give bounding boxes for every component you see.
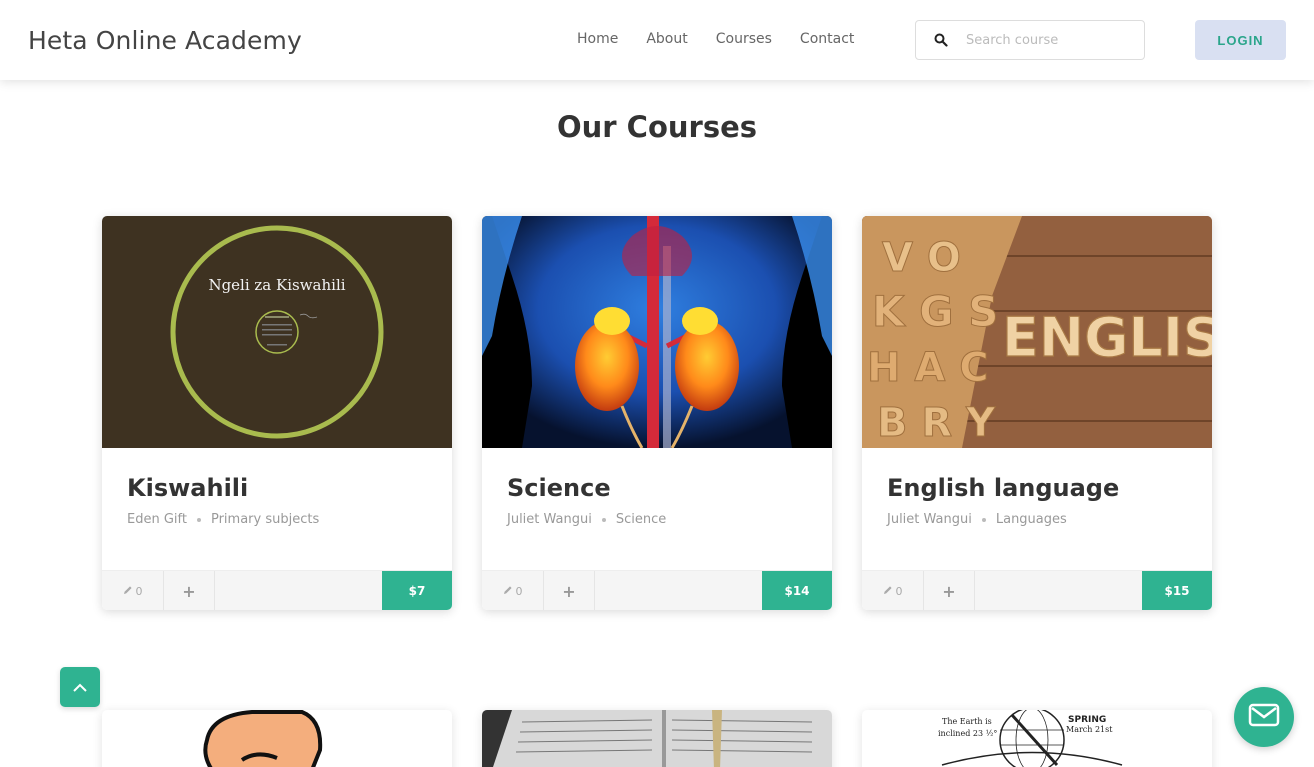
price-badge[interactable]: $14	[762, 571, 832, 610]
add-button[interactable]: +	[924, 571, 975, 610]
meta-separator	[601, 517, 606, 522]
nav-about[interactable]: About	[646, 31, 687, 47]
site-header: Heta Online Academy Home About Courses C…	[0, 0, 1314, 80]
chevron-up-icon	[72, 678, 88, 697]
book-illustration	[482, 710, 832, 767]
course-body: Kiswahili Eden Gift Primary subjects	[102, 448, 452, 570]
meta-separator	[981, 517, 986, 522]
svg-text:V O: V O	[882, 235, 961, 281]
course-footer: 0 + $7	[102, 570, 452, 610]
pencil-icon	[503, 585, 513, 598]
course-card-partial-2[interactable]	[482, 710, 832, 767]
course-title[interactable]: Science	[507, 474, 807, 502]
edit-count[interactable]: 0	[102, 571, 164, 610]
kiswahili-image-text: Ngeli za Kiswahili	[208, 276, 345, 294]
price-badge[interactable]: $15	[1142, 571, 1212, 610]
course-author: Eden Gift	[127, 512, 187, 527]
nav-contact[interactable]: Contact	[800, 31, 854, 47]
course-title[interactable]: Kiswahili	[127, 474, 427, 502]
nav-home[interactable]: Home	[577, 31, 618, 47]
site-brand[interactable]: Heta Online Academy	[28, 26, 302, 55]
pencil-icon	[123, 585, 133, 598]
contact-mail-button[interactable]	[1234, 687, 1294, 747]
price-badge[interactable]: $7	[382, 571, 452, 610]
login-button[interactable]: LOGIN	[1195, 20, 1286, 60]
course-category: Languages	[995, 512, 1067, 527]
course-footer: 0 + $15	[862, 570, 1212, 610]
course-body: English language Juliet Wangui Languages	[862, 448, 1212, 570]
edit-count[interactable]: 0	[862, 571, 924, 610]
edit-count-value: 0	[135, 584, 143, 598]
plus-icon: +	[942, 581, 956, 601]
search-input[interactable]	[966, 32, 1136, 48]
search-icon[interactable]	[916, 33, 966, 47]
globe-date: March 21st	[1066, 725, 1113, 734]
globe-illustration: The Earth is inclined 23 ½° SPRING March…	[938, 710, 1123, 767]
course-image[interactable]: V O K G S H A C B R Y ENGLISH	[862, 216, 1212, 448]
course-body: Science Juliet Wangui Science	[482, 448, 832, 570]
course-meta: Juliet Wangui Languages	[887, 512, 1187, 527]
course-author: Juliet Wangui	[887, 512, 972, 527]
course-image[interactable]	[482, 216, 832, 448]
plus-icon: +	[562, 581, 576, 601]
svg-text:H A C: H A C	[867, 345, 989, 391]
english-image-text: ENGLISH	[1002, 306, 1212, 369]
nav-courses[interactable]: Courses	[716, 31, 772, 47]
meta-separator	[196, 517, 201, 522]
globe-text-2: inclined 23 ½°	[938, 729, 997, 738]
course-image[interactable]: Ngeli za Kiswahili	[102, 216, 452, 448]
course-category: Science	[615, 512, 667, 527]
svg-text:K G S: K G S	[872, 287, 999, 336]
add-button[interactable]: +	[544, 571, 595, 610]
course-meta: Juliet Wangui Science	[507, 512, 807, 527]
course-card-partial-3[interactable]: The Earth is inclined 23 ½° SPRING March…	[862, 710, 1212, 767]
search-box	[915, 20, 1145, 60]
edit-count-value: 0	[895, 584, 903, 598]
globe-text-1: The Earth is	[942, 717, 992, 726]
course-title[interactable]: English language	[887, 474, 1187, 502]
course-author: Juliet Wangui	[507, 512, 592, 527]
scroll-top-button[interactable]	[60, 667, 100, 707]
page-title: Our Courses	[556, 110, 758, 144]
main-nav: Home About Courses Contact	[577, 31, 854, 47]
fist-illustration	[203, 710, 323, 767]
course-category: Primary subjects	[210, 512, 320, 527]
add-button[interactable]: +	[164, 571, 215, 610]
pencil-icon	[883, 585, 893, 598]
edit-count[interactable]: 0	[482, 571, 544, 610]
mail-icon	[1248, 703, 1280, 731]
course-card-kiswahili[interactable]: Ngeli za Kiswahili Kiswahili Eden Gift P…	[102, 216, 452, 610]
plus-icon: +	[182, 581, 196, 601]
globe-spring: SPRING	[1068, 715, 1106, 725]
course-card-science[interactable]: Science Juliet Wangui Science 0 + $14	[482, 216, 832, 610]
edit-count-value: 0	[515, 584, 523, 598]
svg-text:B R Y: B R Y	[877, 400, 996, 446]
course-footer: 0 + $14	[482, 570, 832, 610]
course-card-partial-1[interactable]	[102, 710, 452, 767]
course-meta: Eden Gift Primary subjects	[127, 512, 427, 527]
course-card-english[interactable]: V O K G S H A C B R Y ENGLISH English la…	[862, 216, 1212, 610]
